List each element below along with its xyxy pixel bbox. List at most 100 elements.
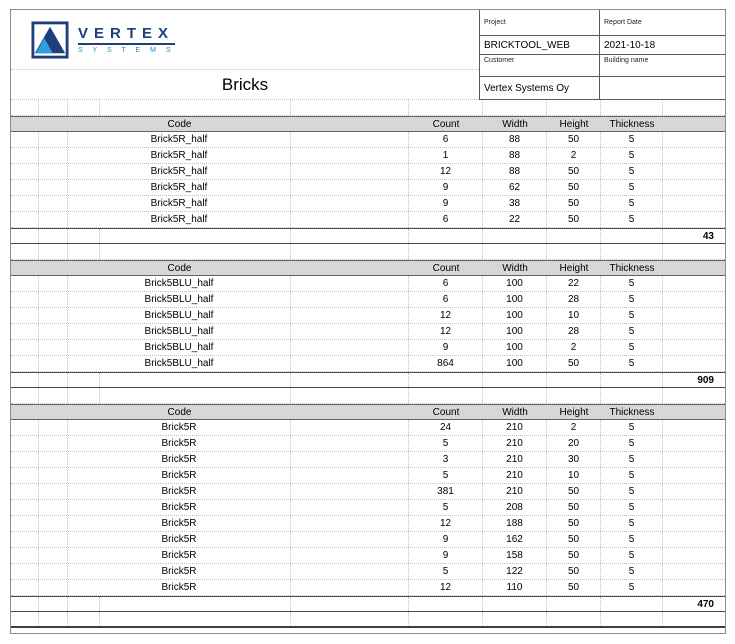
column-header-row: CodeCountWidthHeightThickness	[11, 404, 725, 420]
cell-count: 1	[409, 148, 483, 163]
spacer-cell	[100, 373, 291, 387]
cell-width: 158	[483, 548, 547, 563]
cell-code: Brick5R_half	[68, 212, 291, 227]
spacer-cell	[291, 132, 409, 147]
spacer-cell	[483, 244, 547, 259]
cell-height: 50	[547, 484, 601, 499]
spacer-cell	[39, 244, 68, 259]
spacer-row	[11, 100, 725, 116]
spacer-cell	[601, 244, 663, 259]
cell-thickness: 5	[601, 564, 663, 579]
table-row: Brick5R_half938505	[11, 196, 725, 212]
cell-code: Brick5BLU_half	[68, 292, 291, 307]
table-row: Brick5BLU_half6100225	[11, 276, 725, 292]
spacer-cell	[663, 356, 725, 371]
column-header-row: CodeCountWidthHeightThickness	[11, 260, 725, 276]
table-row: Brick5R5210105	[11, 468, 725, 484]
spacer-cell	[11, 468, 39, 483]
cell-width: 100	[483, 276, 547, 291]
column-header-count: Count	[409, 261, 483, 275]
spacer-cell	[11, 420, 39, 435]
spacer-cell	[663, 532, 725, 547]
spacer-cell	[68, 612, 100, 626]
spacer-cell	[39, 516, 68, 531]
page-title: Bricks	[222, 75, 268, 95]
cell-thickness: 5	[601, 324, 663, 339]
spacer-cell	[663, 564, 725, 579]
cell-code: Brick5R	[68, 532, 291, 547]
spacer-row	[11, 612, 725, 628]
spacer-cell	[291, 388, 409, 403]
spacer-cell	[11, 548, 39, 563]
cell-width: 62	[483, 180, 547, 195]
cell-count: 864	[409, 356, 483, 371]
spacer-cell	[663, 405, 725, 419]
spacer-cell	[39, 212, 68, 227]
spacer-cell	[11, 132, 39, 147]
spacer-row	[11, 244, 725, 260]
table-row: Brick5BLU_half6100285	[11, 292, 725, 308]
spacer-cell	[11, 612, 39, 626]
cell-thickness: 5	[601, 148, 663, 163]
cell-thickness: 5	[601, 340, 663, 355]
spacer-cell	[663, 580, 725, 595]
column-header-count: Count	[409, 117, 483, 131]
cell-code: Brick5R	[68, 452, 291, 467]
spacer-cell	[39, 548, 68, 563]
spacer-cell	[663, 276, 725, 291]
spacer-cell	[11, 212, 39, 227]
cell-code: Brick5BLU_half	[68, 340, 291, 355]
cell-code: Brick5R	[68, 500, 291, 515]
report-meta: Project Report Date BRICKTOOL_WEB 2021-1…	[479, 10, 725, 100]
cell-width: 210	[483, 420, 547, 435]
spacer-cell	[547, 597, 601, 611]
column-header-thickness: Thickness	[601, 117, 663, 131]
table-row: Brick5BLU_half910025	[11, 340, 725, 356]
column-header-thickness: Thickness	[601, 405, 663, 419]
spacer-cell	[11, 388, 39, 403]
spacer-cell	[291, 117, 409, 131]
cell-code: Brick5R	[68, 564, 291, 579]
spacer-cell	[663, 132, 725, 147]
spacer-cell	[39, 100, 68, 115]
spacer-cell	[663, 308, 725, 323]
spacer-cell	[291, 276, 409, 291]
logo-tagline: S Y S T E M S	[78, 43, 175, 54]
cell-height: 10	[547, 308, 601, 323]
table-row: Brick5BLU_half12100285	[11, 324, 725, 340]
spacer-cell	[11, 261, 39, 275]
spacer-cell	[291, 164, 409, 179]
cell-height: 2	[547, 148, 601, 163]
cell-thickness: 5	[601, 468, 663, 483]
cell-thickness: 5	[601, 436, 663, 451]
spacer-cell	[547, 373, 601, 387]
spacer-cell	[100, 229, 291, 243]
cell-width: 100	[483, 340, 547, 355]
cell-count: 6	[409, 132, 483, 147]
cell-code: Brick5R	[68, 484, 291, 499]
spacer-cell	[409, 244, 483, 259]
spacer-cell	[547, 100, 601, 115]
spacer-cell	[663, 164, 725, 179]
spacer-cell	[39, 132, 68, 147]
cell-count: 5	[409, 564, 483, 579]
spacer-cell	[39, 597, 68, 611]
spacer-cell	[39, 484, 68, 499]
spacer-cell	[409, 373, 483, 387]
spacer-cell	[11, 292, 39, 307]
table-row: Brick5R5210205	[11, 436, 725, 452]
spacer-cell	[11, 597, 39, 611]
spacer-cell	[39, 612, 68, 626]
spacer-cell	[547, 229, 601, 243]
spacer-cell	[601, 597, 663, 611]
cell-width: 210	[483, 452, 547, 467]
table-row: Brick5BLU_half864100505	[11, 356, 725, 372]
spacer-cell	[39, 452, 68, 467]
spacer-cell	[547, 612, 601, 626]
spacer-cell	[11, 532, 39, 547]
table-row: Brick5R12188505	[11, 516, 725, 532]
group-total-row: 43	[11, 228, 725, 244]
spacer-cell	[39, 196, 68, 211]
report-date-value: 2021-10-18	[600, 36, 725, 55]
cell-count: 6	[409, 276, 483, 291]
